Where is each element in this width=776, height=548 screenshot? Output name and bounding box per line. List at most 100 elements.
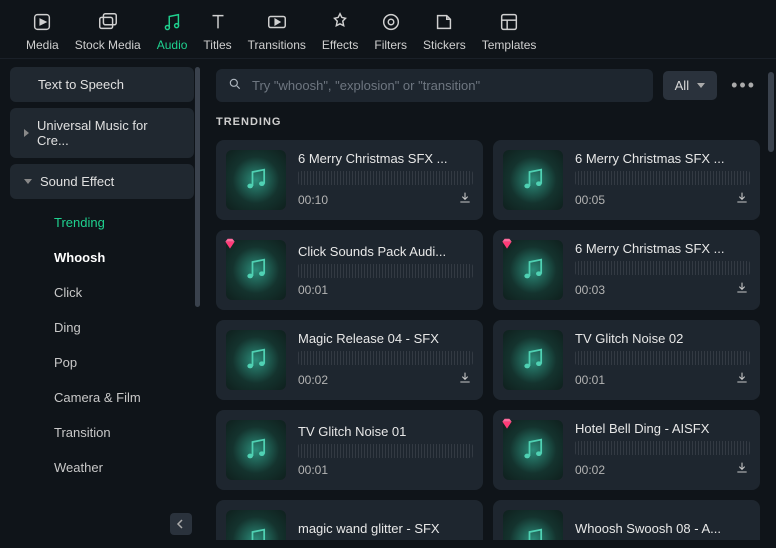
download-button[interactable] (734, 280, 750, 299)
audio-thumbnail (503, 420, 563, 480)
toolbar-label: Transitions (248, 38, 306, 52)
audio-title: 6 Merry Christmas SFX ... (575, 241, 750, 256)
audio-title: TV Glitch Noise 01 (298, 424, 473, 439)
audio-duration: 00:05 (575, 193, 605, 207)
audio-info: Hotel Bell Ding - AISFX 00:02 (575, 421, 750, 479)
waveform (298, 444, 473, 458)
sidebar-group-sound-effect[interactable]: Sound Effect (10, 164, 194, 199)
audio-duration: 00:01 (575, 373, 605, 387)
toolbar-templates[interactable]: Templates (474, 10, 545, 52)
audio-card[interactable]: magic wand glitter - SFX (216, 500, 483, 540)
download-button[interactable] (734, 460, 750, 479)
sidebar-item-label: Camera & Film (54, 390, 141, 405)
toolbar-stickers[interactable]: Stickers (415, 10, 474, 52)
audio-title: Hotel Bell Ding - AISFX (575, 421, 750, 436)
sidebar-group-universal-music[interactable]: Universal Music for Cre... (10, 108, 194, 158)
download-button[interactable] (734, 370, 750, 389)
sidebar-item-trending[interactable]: Trending (10, 205, 194, 240)
audio-title: 6 Merry Christmas SFX ... (575, 151, 750, 166)
effects-icon (328, 10, 352, 34)
chevron-down-icon (697, 83, 705, 88)
sidebar-item-label: Weather (54, 460, 103, 475)
download-button[interactable] (457, 190, 473, 209)
media-icon (30, 10, 54, 34)
sidebar-item-pop[interactable]: Pop (10, 345, 194, 380)
toolbar-filters[interactable]: Filters (366, 10, 415, 52)
premium-badge-icon (499, 236, 515, 252)
audio-thumbnail (226, 420, 286, 480)
toolbar-audio[interactable]: Audio (149, 10, 196, 52)
toolbar-effects[interactable]: Effects (314, 10, 366, 52)
sidebar-item-transition[interactable]: Transition (10, 415, 194, 450)
toolbar-transitions[interactable]: Transitions (240, 10, 314, 52)
audio-info: Click Sounds Pack Audi... 00:01 (298, 244, 473, 297)
stickers-icon (432, 10, 456, 34)
sidebar-item-whoosh[interactable]: Whoosh (10, 240, 194, 275)
audio-card[interactable]: TV Glitch Noise 01 00:01 (216, 410, 483, 490)
audio-info: magic wand glitter - SFX (298, 521, 473, 541)
audio-card[interactable]: Whoosh Swoosh 08 - A... (493, 500, 760, 540)
audio-duration: 00:01 (298, 463, 328, 477)
search-input[interactable] (252, 78, 641, 93)
sidebar: Text to Speech Universal Music for Cre...… (0, 59, 200, 543)
audio-thumbnail (503, 150, 563, 210)
toolbar-stock-media[interactable]: Stock Media (67, 10, 149, 52)
sidebar-item-camera-film[interactable]: Camera & Film (10, 380, 194, 415)
music-note-icon (242, 435, 270, 466)
page-scrollbar[interactable] (768, 72, 774, 152)
toolbar-label: Stock Media (75, 38, 141, 52)
main-panel: All ••• TRENDING 6 Merry Christmas SFX .… (200, 59, 776, 543)
toolbar-label: Effects (322, 38, 358, 52)
audio-info: 6 Merry Christmas SFX ... 00:05 (575, 151, 750, 209)
audio-card[interactable]: 6 Merry Christmas SFX ... 00:10 (216, 140, 483, 220)
collapse-sidebar-button[interactable] (170, 513, 192, 535)
sidebar-item-label: Transition (54, 425, 111, 440)
filter-dropdown[interactable]: All (663, 71, 717, 100)
stock-media-icon (96, 10, 120, 34)
filters-icon (379, 10, 403, 34)
templates-icon (497, 10, 521, 34)
sidebar-item-weather[interactable]: Weather (10, 450, 194, 485)
audio-card[interactable]: TV Glitch Noise 02 00:01 (493, 320, 760, 400)
music-note-icon (242, 165, 270, 196)
audio-thumbnail (226, 510, 286, 540)
audio-thumbnail (503, 510, 563, 540)
audio-info: Magic Release 04 - SFX 00:02 (298, 331, 473, 389)
audio-title: TV Glitch Noise 02 (575, 331, 750, 346)
audio-duration: 00:10 (298, 193, 328, 207)
sidebar-item-click[interactable]: Click (10, 275, 194, 310)
download-button[interactable] (457, 370, 473, 389)
titles-icon (206, 10, 230, 34)
audio-icon (160, 10, 184, 34)
music-note-icon (519, 165, 547, 196)
toolbar-label: Templates (482, 38, 537, 52)
audio-info: 6 Merry Christmas SFX ... 00:03 (575, 241, 750, 299)
toolbar-titles[interactable]: Titles (195, 10, 239, 52)
audio-title: Whoosh Swoosh 08 - A... (575, 521, 750, 536)
music-note-icon (519, 345, 547, 376)
waveform (298, 171, 473, 185)
audio-info: 6 Merry Christmas SFX ... 00:10 (298, 151, 473, 209)
audio-info: TV Glitch Noise 01 00:01 (298, 424, 473, 477)
audio-card[interactable]: Hotel Bell Ding - AISFX 00:02 (493, 410, 760, 490)
waveform (298, 351, 473, 365)
sidebar-group-label: Universal Music for Cre... (37, 118, 180, 148)
audio-card[interactable]: Click Sounds Pack Audi... 00:01 (216, 230, 483, 310)
toolbar-label: Titles (203, 38, 231, 52)
audio-duration: 00:03 (575, 283, 605, 297)
audio-card[interactable]: 6 Merry Christmas SFX ... 00:05 (493, 140, 760, 220)
section-title: TRENDING (216, 116, 760, 128)
audio-card[interactable]: Magic Release 04 - SFX 00:02 (216, 320, 483, 400)
music-note-icon (242, 345, 270, 376)
toolbar-label: Media (26, 38, 59, 52)
toolbar-media[interactable]: Media (18, 10, 67, 52)
sidebar-item-label: Trending (54, 215, 105, 230)
audio-title: Click Sounds Pack Audi... (298, 244, 473, 259)
sidebar-group-text-to-speech[interactable]: Text to Speech (10, 67, 194, 102)
sidebar-item-ding[interactable]: Ding (10, 310, 194, 345)
download-button[interactable] (734, 190, 750, 209)
waveform (298, 264, 473, 278)
audio-card[interactable]: 6 Merry Christmas SFX ... 00:03 (493, 230, 760, 310)
search-box (216, 69, 653, 102)
more-menu-button[interactable]: ••• (727, 75, 760, 96)
